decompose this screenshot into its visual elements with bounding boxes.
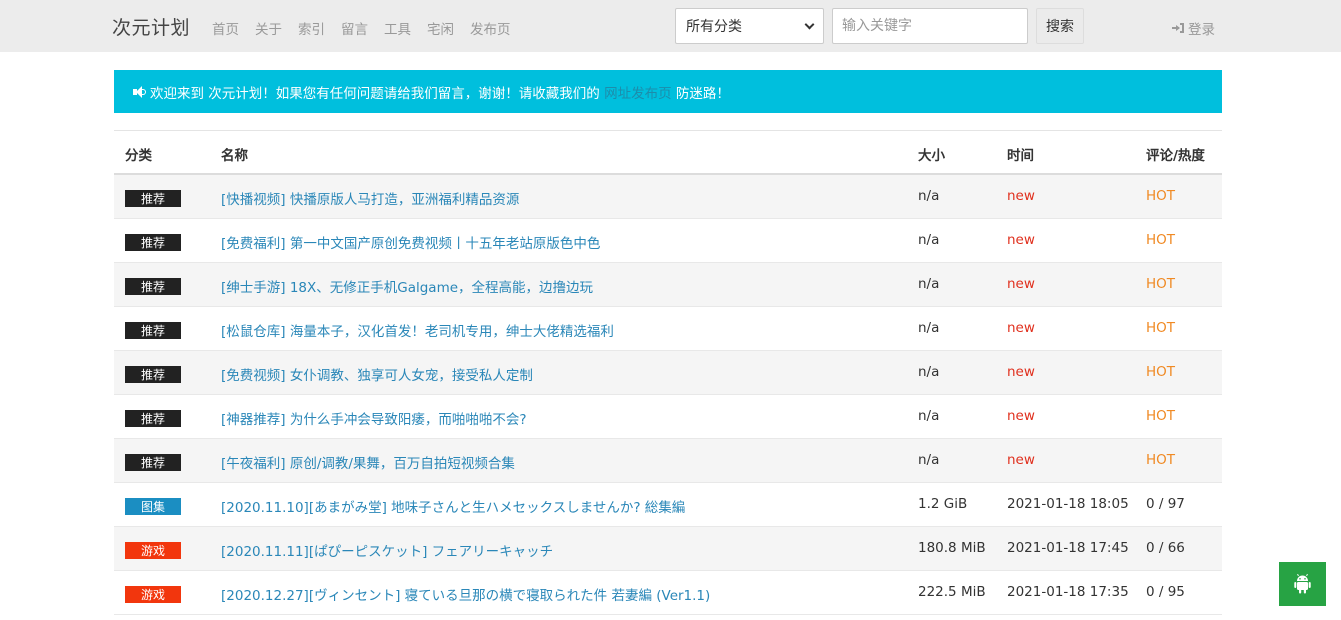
nav-links: 首页 关于 索引 留言 工具 宅闲 发布页	[212, 18, 527, 38]
category-badge[interactable]: 推荐	[125, 234, 181, 251]
welcome-notice: 欢迎来到 次元计划！如果您有任何问题请给我们留言，谢谢！请收藏我们的 网址发布页…	[114, 70, 1222, 113]
item-title-link[interactable]: [2020.11.11][ぱぴーピスケット] フェアリーキャッチ	[221, 540, 553, 560]
notice-text-after: 防迷路！	[671, 85, 730, 102]
item-title-link[interactable]: [免费视频] 女仆调教、独享可人女宠，接受私人定制	[221, 364, 533, 384]
item-time: new	[1007, 452, 1035, 468]
item-time: 2021-01-18 17:45	[1007, 540, 1129, 556]
item-comments-hot: HOT	[1146, 452, 1176, 468]
item-size: n/a	[918, 232, 940, 248]
item-time: 2021-01-18 18:05	[1007, 496, 1129, 512]
login-link[interactable]: 登录	[1172, 18, 1215, 38]
category-badge[interactable]: 推荐	[125, 190, 181, 207]
chevron-down-icon	[804, 19, 815, 29]
item-size: 180.8 MiB	[918, 540, 986, 556]
table-row: 推荐 [神器推荐] 为什么手冲会导致阳痿，而啪啪啪不会? n/a new HOT	[114, 395, 1222, 439]
header-time: 时间	[1007, 148, 1034, 164]
category-badge[interactable]: 图集	[125, 498, 181, 515]
header-category: 分类	[125, 148, 152, 164]
item-size: n/a	[918, 364, 940, 380]
nav-link-home[interactable]: 首页	[212, 18, 239, 38]
item-comments-hot: HOT	[1146, 320, 1176, 336]
android-app-button[interactable]	[1279, 562, 1326, 606]
item-size: n/a	[918, 408, 940, 424]
item-size: 1.2 GiB	[918, 496, 968, 512]
category-select-value: 所有分类	[686, 19, 742, 35]
header-name: 名称	[221, 148, 248, 164]
nav-link-index[interactable]: 索引	[298, 18, 325, 38]
table-row: 推荐 [午夜福利] 原创/调教/果舞，百万自拍短视频合集 n/a new HOT	[114, 439, 1222, 483]
category-badge[interactable]: 游戏	[125, 542, 181, 559]
item-title-link[interactable]: [午夜福利] 原创/调教/果舞，百万自拍短视频合集	[221, 452, 515, 472]
item-title-link[interactable]: [绅士手游] 18X、无修正手机Galgame，全程高能，边撸边玩	[221, 276, 593, 296]
nav-link-tools[interactable]: 工具	[384, 18, 411, 38]
sign-in-icon	[1172, 22, 1184, 34]
volume-icon	[133, 85, 147, 98]
category-badge[interactable]: 推荐	[125, 366, 181, 383]
item-time: new	[1007, 320, 1035, 336]
table-row: 图集 [2020.11.10][あまがみ堂] 地味子さんと生ハメセックスしませんか…	[114, 483, 1222, 527]
table-header: 分类 名称 大小 时间 评论/热度	[114, 130, 1222, 175]
release-page-link[interactable]: 网址发布页	[604, 82, 672, 102]
category-badge[interactable]: 推荐	[125, 278, 181, 295]
item-comments-hot: 0 / 95	[1146, 584, 1185, 600]
nav-link-guestbook[interactable]: 留言	[341, 18, 368, 38]
item-time: new	[1007, 232, 1035, 248]
login-label: 登录	[1188, 22, 1215, 38]
search-button[interactable]: 搜索	[1036, 8, 1084, 44]
notice-text-before: 欢迎来到 次元计划！如果您有任何问题请给我们留言，谢谢！请收藏我们的	[150, 85, 605, 102]
item-title-link[interactable]: [松鼠仓库] 海量本子，汉化首发！老司机专用，绅士大佬精选福利	[221, 320, 614, 340]
item-time: new	[1007, 188, 1035, 204]
item-title-link[interactable]: [2020.12.27][ヴィンセント] 寝ている旦那の横で寝取られた件 若妻編…	[221, 584, 710, 604]
category-badge[interactable]: 游戏	[125, 586, 181, 603]
item-title-link[interactable]: [免费福利] 第一中文国产原创免费视频丨十五年老站原版色中色	[221, 232, 600, 252]
item-size: n/a	[918, 320, 940, 336]
item-comments-hot: 0 / 97	[1146, 496, 1185, 512]
torrent-table: 分类 名称 大小 时间 评论/热度 推荐 [快播视频] 快播原版人马打造，亚洲福利…	[114, 130, 1222, 615]
item-time: 2021-01-18 17:35	[1007, 584, 1129, 600]
category-badge[interactable]: 推荐	[125, 322, 181, 339]
item-size: n/a	[918, 452, 940, 468]
header-comments-hot: 评论/热度	[1146, 148, 1205, 164]
item-time: new	[1007, 408, 1035, 424]
table-row: 推荐 [快播视频] 快播原版人马打造，亚洲福利精品资源 n/a new HOT	[114, 175, 1222, 219]
category-badge[interactable]: 推荐	[125, 410, 181, 427]
site-brand[interactable]: 次元计划	[112, 13, 190, 40]
table-row: 推荐 [免费视频] 女仆调教、独享可人女宠，接受私人定制 n/a new HOT	[114, 351, 1222, 395]
item-title-link[interactable]: [2020.11.10][あまがみ堂] 地味子さんと生ハメセックスしませんか? …	[221, 496, 685, 516]
item-size: 222.5 MiB	[918, 584, 986, 600]
top-navbar: 次元计划 首页 关于 索引 留言 工具 宅闲 发布页 所有分类 搜索 登录	[0, 0, 1341, 52]
item-comments-hot: HOT	[1146, 276, 1176, 292]
item-comments-hot: HOT	[1146, 188, 1176, 204]
table-row: 游戏 [2020.12.27][ヴィンセント] 寝ている旦那の横で寝取られた件 若…	[114, 571, 1222, 615]
item-comments-hot: HOT	[1146, 408, 1176, 424]
item-time: new	[1007, 364, 1035, 380]
item-size: n/a	[918, 188, 940, 204]
category-badge[interactable]: 推荐	[125, 454, 181, 471]
nav-link-about[interactable]: 关于	[255, 18, 282, 38]
category-select[interactable]: 所有分类	[675, 8, 824, 44]
item-title-link[interactable]: [神器推荐] 为什么手冲会导致阳痿，而啪啪啪不会?	[221, 408, 527, 428]
item-comments-hot: 0 / 66	[1146, 540, 1185, 556]
table-row: 游戏 [2020.11.11][ぱぴーピスケット] フェアリーキャッチ 180.8 …	[114, 527, 1222, 571]
item-time: new	[1007, 276, 1035, 292]
header-size: 大小	[918, 148, 945, 164]
item-comments-hot: HOT	[1146, 364, 1176, 380]
table-row: 推荐 [绅士手游] 18X、无修正手机Galgame，全程高能，边撸边玩 n/a ne…	[114, 263, 1222, 307]
android-icon	[1294, 574, 1311, 594]
search-input[interactable]	[832, 8, 1028, 44]
nav-link-release-page[interactable]: 发布页	[470, 18, 511, 38]
item-size: n/a	[918, 276, 940, 292]
nav-link-otaku[interactable]: 宅闲	[427, 18, 454, 38]
table-body: 推荐 [快播视频] 快播原版人马打造，亚洲福利精品资源 n/a new HOT 推荐 [免费…	[114, 175, 1222, 615]
item-comments-hot: HOT	[1146, 232, 1176, 248]
table-row: 推荐 [松鼠仓库] 海量本子，汉化首发！老司机专用，绅士大佬精选福利 n/a new H…	[114, 307, 1222, 351]
item-title-link[interactable]: [快播视频] 快播原版人马打造，亚洲福利精品资源	[221, 188, 519, 208]
table-row: 推荐 [免费福利] 第一中文国产原创免费视频丨十五年老站原版色中色 n/a new HO…	[114, 219, 1222, 263]
